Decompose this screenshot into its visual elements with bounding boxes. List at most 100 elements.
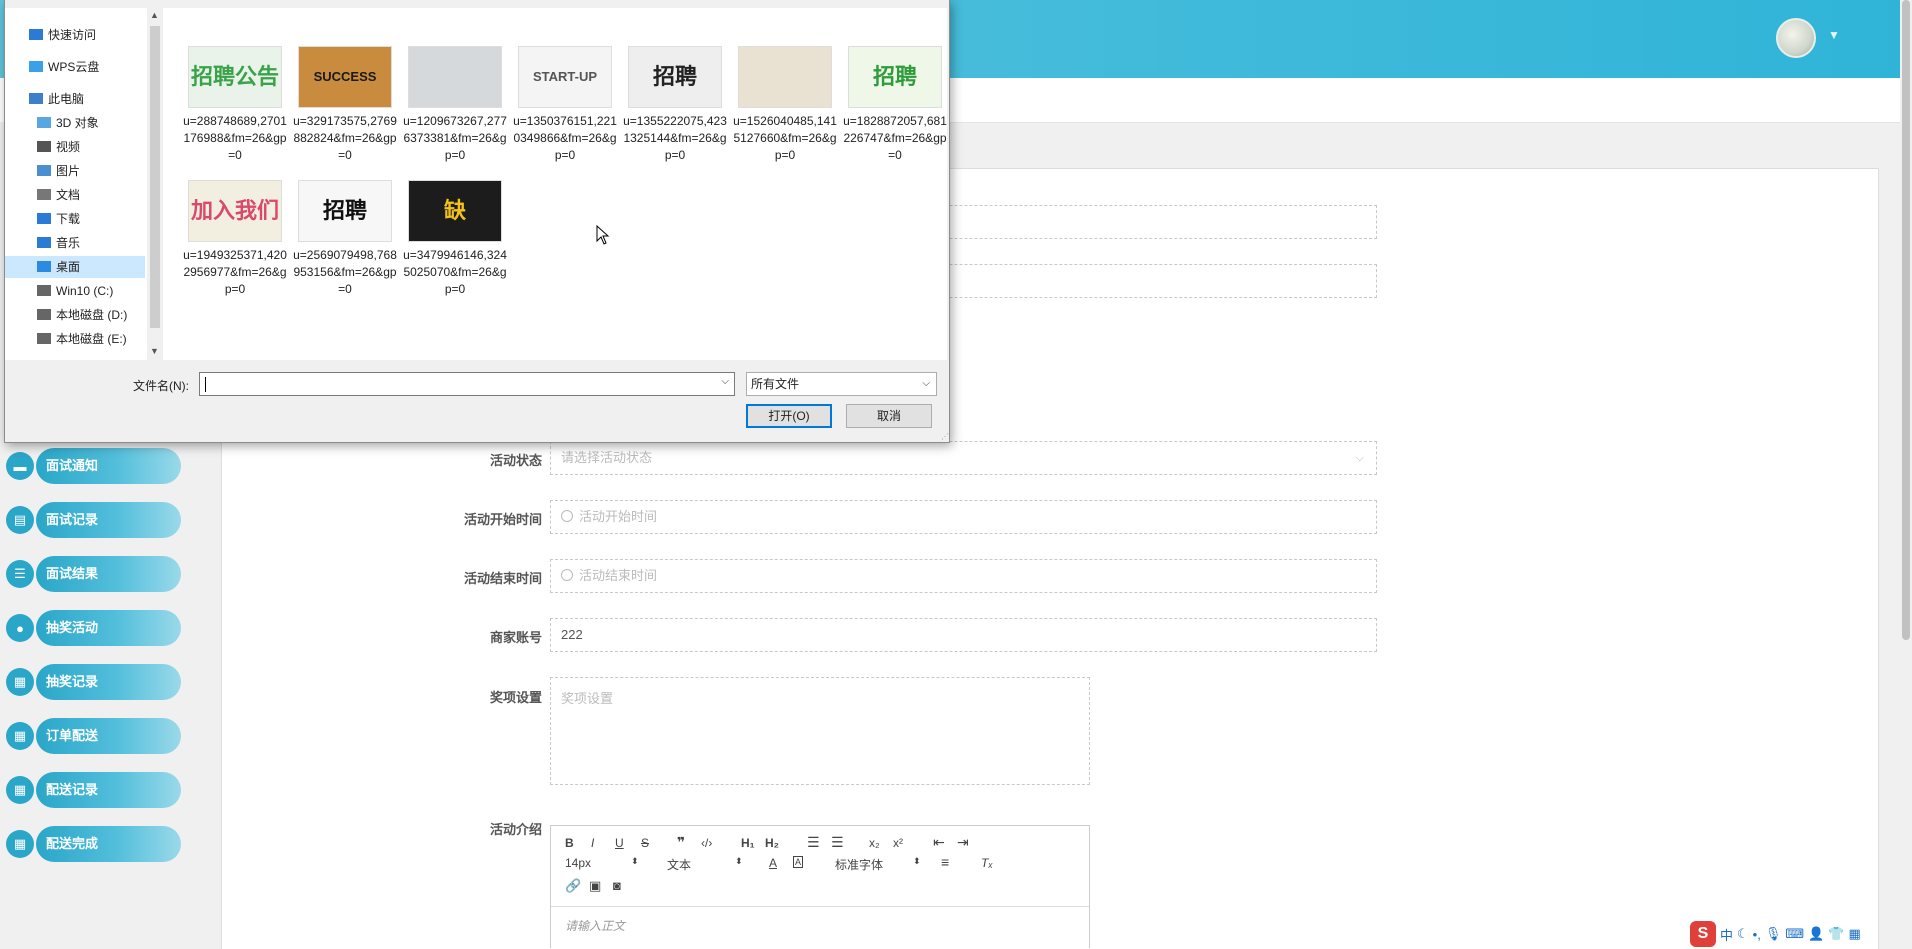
- sidebar-item[interactable]: ● 抽奖活动: [6, 610, 181, 646]
- heading1-icon[interactable]: H₁: [741, 836, 755, 850]
- page-scroll-thumb[interactable]: [1902, 0, 1910, 640]
- thumbnail-text: 招聘: [872, 64, 917, 89]
- scroll-down-icon[interactable]: ▼: [150, 346, 159, 356]
- ime-mode-label[interactable]: 中: [1720, 925, 1733, 944]
- code-icon[interactable]: ‹/›: [701, 836, 712, 850]
- picture-icon: [37, 165, 51, 176]
- cancel-button[interactable]: 取消: [846, 404, 932, 428]
- open-button[interactable]: 打开(O): [746, 404, 832, 428]
- align-icon[interactable]: ≡: [941, 854, 949, 870]
- nav-item[interactable]: 快速访问: [5, 24, 145, 46]
- italic-icon[interactable]: I: [591, 836, 594, 850]
- strikethrough-icon[interactable]: S: [641, 836, 649, 850]
- avatar[interactable]: [1776, 18, 1816, 58]
- nav-item[interactable]: 本地磁盘 (E:): [5, 328, 145, 350]
- nav-item-label: 下载: [56, 212, 81, 226]
- file-item[interactable]: START-UP u=1350376151,2210349866&fm=26&gp…: [513, 46, 617, 164]
- chevron-down-icon[interactable]: ⌵: [721, 376, 729, 387]
- file-item[interactable]: u=1209673267,2776373381&fm=26&gp=0: [403, 46, 507, 164]
- file-name: u=1828872057,681226747&fm=26&gp=0: [843, 114, 947, 162]
- file-item[interactable]: 招聘 u=1828872057,681226747&fm=26&gp=0: [843, 46, 947, 164]
- image-thumbnail: [408, 46, 502, 108]
- chevron-down-icon: ⌵: [1355, 452, 1364, 464]
- editor-body[interactable]: 请输入正文: [551, 907, 1089, 944]
- keyboard-icon[interactable]: ⌨: [1785, 926, 1804, 942]
- resize-grip-icon[interactable]: ⋰: [941, 432, 949, 441]
- sidebar-item[interactable]: ▦ 抽奖记录: [6, 664, 181, 700]
- sogou-ime-icon[interactable]: S: [1690, 921, 1716, 947]
- nav-item[interactable]: 音乐: [5, 232, 145, 254]
- link-icon[interactable]: 🔗: [565, 878, 581, 894]
- start-time-input[interactable]: 活动开始时间: [550, 500, 1377, 534]
- thumbnail-text: 加入我们: [190, 198, 279, 223]
- outdent-icon[interactable]: ⇤: [933, 834, 945, 851]
- skin-icon[interactable]: 👕: [1828, 926, 1844, 942]
- file-item[interactable]: 缺 u=3479946146,3245025070&fm=26&gp=0: [403, 180, 507, 298]
- file-item[interactable]: 招聘 u=2569079498,768953156&fm=26&gp=0: [293, 180, 397, 298]
- sidebar-item-label: 订单配送: [36, 718, 181, 754]
- rich-text-editor[interactable]: B I U S ❞ ‹/› H₁ H₂ ☰ ☰ x₂ x² ⇤ ⇥ 14px ⬍…: [550, 825, 1090, 948]
- sidebar-item[interactable]: ▦ 配送记录: [6, 772, 181, 808]
- moon-icon[interactable]: ☾: [1737, 926, 1749, 942]
- heading2-icon[interactable]: H₂: [765, 836, 779, 850]
- nav-item[interactable]: 视频: [5, 136, 145, 158]
- toolbox-icon[interactable]: ▦: [1849, 926, 1861, 942]
- font-color-icon[interactable]: A: [769, 856, 777, 870]
- superscript-icon[interactable]: x²: [893, 836, 903, 850]
- text-style-select[interactable]: 文本: [667, 856, 691, 873]
- microphone-icon[interactable]: 🎙: [1765, 926, 1782, 942]
- nav-item[interactable]: 此电脑: [5, 88, 145, 110]
- background-color-icon[interactable]: A: [793, 856, 804, 868]
- image-icon[interactable]: ▣: [589, 878, 601, 894]
- blockquote-icon[interactable]: ❞: [677, 834, 685, 851]
- cube-icon: [37, 117, 51, 128]
- sidebar-item[interactable]: ▦ 订单配送: [6, 718, 181, 754]
- nav-scrollbar[interactable]: ▲ ▼: [147, 8, 163, 360]
- bullet-list-icon[interactable]: ☰: [831, 834, 844, 851]
- font-size-select[interactable]: 14px: [565, 856, 591, 870]
- merchant-input[interactable]: 222: [550, 618, 1377, 652]
- underline-icon[interactable]: U: [615, 836, 624, 850]
- sidebar-item[interactable]: ☰ 面试结果: [6, 556, 181, 592]
- user-icon[interactable]: 👤: [1808, 926, 1824, 942]
- subscript-icon[interactable]: x₂: [869, 836, 880, 850]
- font-family-select[interactable]: 标准字体: [835, 856, 883, 873]
- chevron-down-icon[interactable]: ▼: [1828, 28, 1840, 42]
- clear-format-icon[interactable]: Tₓ: [981, 856, 993, 870]
- scroll-up-icon[interactable]: ▲: [150, 10, 159, 20]
- file-type-select[interactable]: 所有文件 ⌵: [746, 372, 937, 396]
- prize-textarea[interactable]: 奖项设置: [550, 677, 1090, 785]
- start-time-placeholder: 活动开始时间: [579, 509, 658, 524]
- page-scrollbar[interactable]: [1900, 0, 1912, 948]
- sidebar-item[interactable]: ▦ 配送完成: [6, 826, 181, 862]
- bold-icon[interactable]: B: [565, 836, 574, 850]
- file-item[interactable]: 招聘公告 u=288748689,2701176988&fm=26&gp=0: [183, 46, 287, 164]
- nav-scroll-thumb[interactable]: [150, 26, 160, 328]
- file-item[interactable]: u=1526040485,1415127660&fm=26&gp=0: [733, 46, 837, 164]
- file-item[interactable]: 加入我们 u=1949325371,4202956977&fm=26&gp=0: [183, 180, 287, 298]
- sidebar-item[interactable]: ▤ 面试记录: [6, 502, 181, 538]
- sliders-icon: ☰: [6, 560, 34, 588]
- mouse-cursor-icon: [596, 225, 610, 245]
- sidebar-item-label: 抽奖活动: [36, 610, 181, 646]
- video-icon[interactable]: ◙: [613, 878, 621, 893]
- filename-input[interactable]: ⌵: [199, 372, 735, 396]
- nav-item[interactable]: 本地磁盘 (D:): [5, 304, 145, 326]
- indent-icon[interactable]: ⇥: [957, 834, 969, 851]
- file-item[interactable]: SUCCESS u=329173575,2769882824&fm=26&gp=0: [293, 46, 397, 164]
- drive-icon: [37, 333, 51, 344]
- sidebar-item[interactable]: ▬ 面试通知: [6, 448, 181, 484]
- nav-item[interactable]: WPS云盘: [5, 56, 145, 78]
- file-item[interactable]: 招聘 u=1355222075,4231325144&fm=26&gp=0: [623, 46, 727, 164]
- ordered-list-icon[interactable]: ☰: [807, 834, 820, 851]
- nav-item[interactable]: 图片: [5, 160, 145, 182]
- status-select[interactable]: 请选择活动状态 ⌵: [550, 441, 1377, 475]
- nav-item[interactable]: 桌面: [5, 256, 145, 278]
- nav-item[interactable]: 3D 对象: [5, 112, 145, 134]
- punctuation-icon[interactable]: •,: [1753, 927, 1761, 942]
- nav-item[interactable]: 文档: [5, 184, 145, 206]
- text-style-stepper-icon: ⬍: [735, 856, 743, 866]
- end-time-input[interactable]: 活动结束时间: [550, 559, 1377, 593]
- nav-item[interactable]: 下载: [5, 208, 145, 230]
- nav-item[interactable]: Win10 (C:): [5, 280, 145, 302]
